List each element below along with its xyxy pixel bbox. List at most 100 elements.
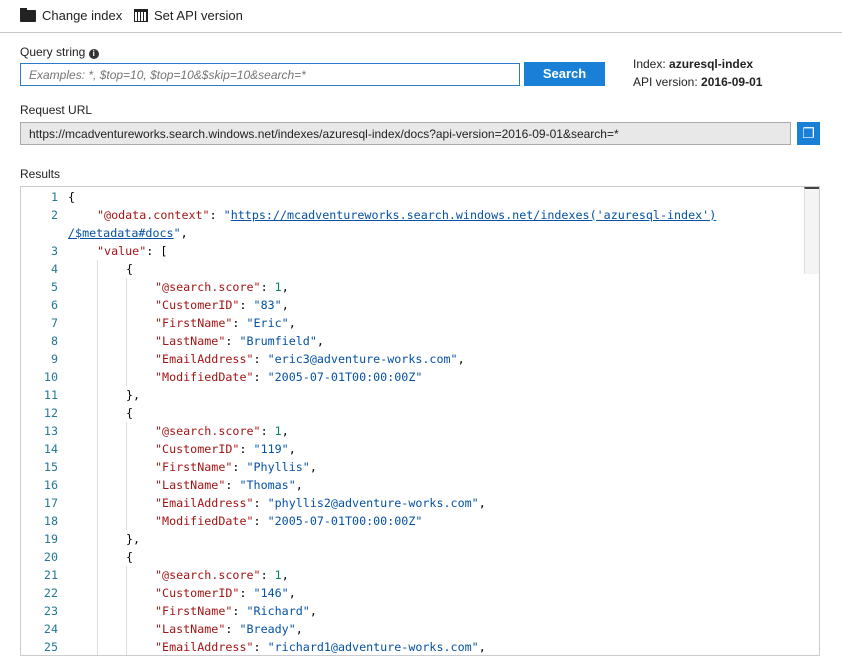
- json-string: "Eric": [246, 316, 289, 330]
- json-punct: ,: [295, 622, 303, 636]
- json-link[interactable]: /$metadata#docs: [68, 226, 174, 240]
- json-key: "@search.score": [155, 424, 261, 438]
- api-version-value: 2016-09-01: [701, 75, 763, 89]
- json-punct: ,: [478, 640, 486, 654]
- indent-guide: [97, 566, 98, 584]
- info-icon[interactable]: i: [88, 49, 99, 59]
- results-label: Results: [20, 167, 61, 181]
- code-text: "LastName": "Thomas",: [155, 476, 303, 494]
- json-punct: {: [126, 406, 134, 420]
- indent-guide: [97, 440, 98, 458]
- results-editor[interactable]: 1{2 "@odata.context": "https://mcadventur…: [20, 186, 820, 656]
- indent-guide: [126, 422, 127, 440]
- json-punct: :: [253, 640, 268, 654]
- code-text: "@odata.context": "https://mcadventurewo…: [97, 206, 716, 224]
- code-text: },: [126, 386, 140, 404]
- json-string: "146": [253, 586, 289, 600]
- code-text: "CustomerID": "119",: [155, 440, 296, 458]
- query-string-input[interactable]: [20, 63, 520, 86]
- json-punct: :: [239, 298, 254, 312]
- calendar-icon: [134, 9, 148, 22]
- json-punct: :: [225, 622, 240, 636]
- code-text: {: [126, 260, 133, 278]
- indent-guide: [97, 548, 98, 566]
- indent-guide: [97, 332, 98, 350]
- json-string: "119": [253, 442, 289, 456]
- scrollbar[interactable]: [804, 187, 819, 274]
- json-punct: ,: [309, 604, 317, 618]
- code-text: {: [126, 404, 133, 422]
- json-number: 1: [274, 280, 282, 294]
- indent-guide: [97, 458, 98, 476]
- indent-guide: [126, 314, 127, 332]
- code-text: },: [126, 530, 140, 548]
- line-number: 12: [43, 406, 58, 420]
- line-number: 15: [43, 460, 58, 474]
- indent-guide: [97, 314, 98, 332]
- json-string: "phyllis2@adventure-works.com": [267, 496, 479, 510]
- json-key: "CustomerID": [155, 586, 240, 600]
- indent-guide: [97, 296, 98, 314]
- json-number: 1: [274, 568, 282, 582]
- set-api-version-button[interactable]: Set API version: [134, 8, 243, 23]
- indent-guide: [126, 278, 127, 296]
- set-api-version-label: Set API version: [154, 8, 243, 23]
- json-key: "EmailAddress": [155, 496, 254, 510]
- json-string: "83": [253, 298, 282, 312]
- line-number: 3: [50, 244, 58, 258]
- indent-guide: [97, 422, 98, 440]
- index-info: Index: azuresql-index: [633, 57, 753, 71]
- json-punct: ,: [457, 352, 465, 366]
- request-url-field[interactable]: https://mcadventureworks.search.windows.…: [20, 122, 791, 145]
- code-text: "EmailAddress": "phyllis2@adventure-work…: [155, 494, 486, 512]
- line-number: 22: [43, 586, 58, 600]
- json-punct: ,: [288, 316, 296, 330]
- indent-guide: [126, 458, 127, 476]
- json-punct: {: [68, 190, 76, 204]
- json-number: 1: [274, 424, 282, 438]
- copy-url-button[interactable]: ❐: [797, 122, 820, 145]
- json-punct: :: [253, 514, 268, 528]
- json-string: "Bready": [239, 622, 296, 636]
- json-string: ": [223, 208, 231, 222]
- indent-guide: [97, 260, 98, 278]
- json-link[interactable]: https://mcadventureworks.search.windows.…: [231, 208, 717, 222]
- index-value: azuresql-index: [669, 57, 754, 71]
- line-number: 10: [43, 370, 58, 384]
- json-key: "ModifiedDate": [155, 370, 254, 384]
- json-punct: {: [126, 262, 134, 276]
- json-key: "FirstName": [155, 460, 233, 474]
- code-text: "@search.score": 1,: [155, 278, 289, 296]
- json-punct: :: [260, 568, 275, 582]
- copy-icon: ❐: [802, 125, 815, 141]
- json-punct: :: [232, 604, 247, 618]
- indent-guide: [97, 530, 98, 548]
- json-punct: ,: [288, 442, 296, 456]
- code-text: "EmailAddress": "eric3@adventure-works.c…: [155, 350, 465, 368]
- json-string: "Richard": [246, 604, 310, 618]
- line-number: 19: [43, 532, 58, 546]
- json-string: "2005-07-01T00:00:00Z": [267, 370, 423, 384]
- change-index-label: Change index: [42, 8, 123, 23]
- toolbar: Change index Set API version: [0, 0, 842, 33]
- indent-guide: [97, 512, 98, 530]
- change-index-button[interactable]: Change index: [20, 7, 123, 23]
- json-punct: :: [253, 496, 268, 510]
- indent-guide: [97, 638, 98, 655]
- json-key: "@search.score": [155, 568, 261, 582]
- indent-guide: [126, 476, 127, 494]
- line-number: 17: [43, 496, 58, 510]
- json-key: "FirstName": [155, 316, 233, 330]
- line-number: 1: [50, 190, 58, 204]
- json-punct: ,: [288, 586, 296, 600]
- code-text: "LastName": "Brumfield",: [155, 332, 324, 350]
- line-number: 7: [50, 316, 58, 330]
- json-punct: ,: [281, 280, 289, 294]
- indent-guide: [126, 350, 127, 368]
- line-number: 20: [43, 550, 58, 564]
- json-key: "value": [97, 244, 147, 258]
- search-button[interactable]: Search: [524, 62, 605, 86]
- code-text: "FirstName": "Eric",: [155, 314, 296, 332]
- indent-guide: [126, 602, 127, 620]
- json-key: "@odata.context": [97, 208, 210, 222]
